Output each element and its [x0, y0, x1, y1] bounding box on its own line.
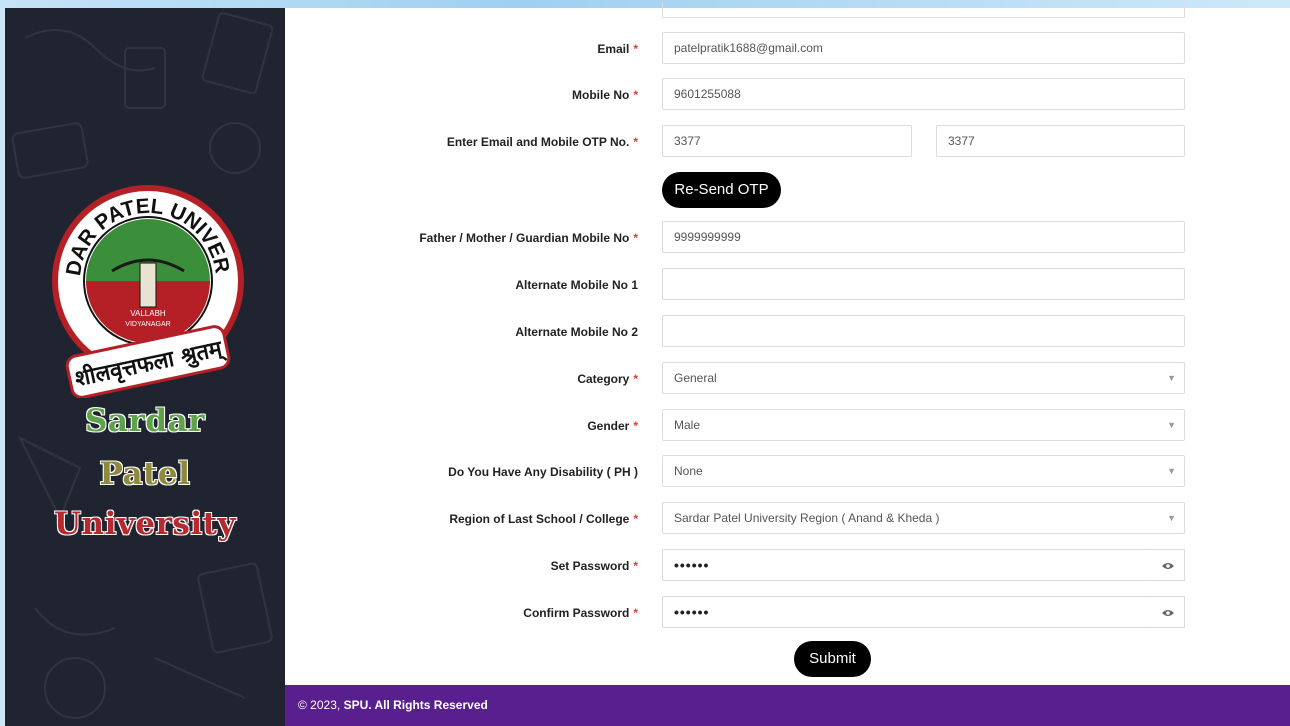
- copyright-prefix: © 2023,: [298, 698, 341, 712]
- confirm-password-input[interactable]: ••••••: [662, 596, 1152, 628]
- email-input[interactable]: patelpratik1688@gmail.com: [662, 32, 1185, 64]
- set-password-label: Set Password *: [550, 559, 638, 573]
- set-password-row: Set Password * ••••••: [285, 549, 1290, 583]
- guardian-mobile-label: Father / Mother / Guardian Mobile No *: [419, 231, 638, 245]
- gender-row: Gender * Male ▼: [285, 409, 1290, 443]
- confirm-password-row: Confirm Password * ••••••: [285, 596, 1290, 630]
- disability-label: Do You Have Any Disability ( PH ): [448, 465, 638, 479]
- email-label: Email *: [597, 42, 638, 56]
- eye-icon[interactable]: [1151, 596, 1185, 628]
- mobile-label: Mobile No *: [572, 88, 638, 102]
- gender-select[interactable]: Male ▼: [662, 409, 1185, 441]
- disability-row: Do You Have Any Disability ( PH ) None ▼: [285, 455, 1290, 489]
- email-row: Email * patelpratik1688@gmail.com: [285, 32, 1290, 66]
- region-label: Region of Last School / College *: [449, 512, 638, 526]
- registration-form: Email * patelpratik1688@gmail.com Mobile …: [285, 2, 1290, 685]
- chevron-down-icon: ▼: [1167, 513, 1176, 523]
- guardian-mobile-input[interactable]: 9999999999: [662, 221, 1185, 253]
- mobile-otp-input[interactable]: 3377: [936, 125, 1185, 157]
- alt-mobile1-row: Alternate Mobile No 1: [285, 268, 1290, 302]
- confirm-password-label: Confirm Password *: [523, 606, 638, 620]
- mobile-row: Mobile No * 9601255088: [285, 78, 1290, 112]
- disability-select[interactable]: None ▼: [662, 455, 1185, 487]
- alt-mobile2-label: Alternate Mobile No 2: [515, 325, 638, 339]
- region-select[interactable]: Sardar Patel University Region ( Anand &…: [662, 502, 1185, 534]
- alt-mobile1-label: Alternate Mobile No 1: [515, 278, 638, 292]
- resend-otp-button[interactable]: Re-Send OTP: [662, 172, 781, 208]
- alt-mobile2-input[interactable]: [662, 315, 1185, 347]
- category-label: Category *: [577, 372, 638, 386]
- chevron-down-icon: ▼: [1167, 373, 1176, 383]
- svg-text:VALLABH: VALLABH: [130, 309, 166, 318]
- mobile-input[interactable]: 9601255088: [662, 78, 1185, 110]
- previous-field-partial[interactable]: [662, 2, 1185, 18]
- guardian-mobile-row: Father / Mother / Guardian Mobile No * 99…: [285, 221, 1290, 255]
- submit-button[interactable]: Submit: [794, 641, 871, 677]
- alt-mobile1-input[interactable]: [662, 268, 1185, 300]
- university-name-line2: Patel: [99, 456, 191, 492]
- category-row: Category * General ▼: [285, 362, 1290, 396]
- svg-text:VIDYANAGAR: VIDYANAGAR: [125, 321, 170, 328]
- university-name-line3: University: [54, 506, 236, 542]
- footer: © 2023, SPU. All Rights Reserved: [285, 685, 1290, 726]
- university-name-line1: Sardar: [85, 403, 205, 439]
- otp-label: Enter Email and Mobile OTP No. *: [446, 135, 638, 149]
- email-otp-input[interactable]: 3377: [662, 125, 912, 157]
- eye-icon[interactable]: [1151, 549, 1185, 581]
- category-select[interactable]: General ▼: [662, 362, 1185, 394]
- chevron-down-icon: ▼: [1167, 420, 1176, 430]
- region-row: Region of Last School / College * Sardar …: [285, 502, 1290, 536]
- set-password-input[interactable]: ••••••: [662, 549, 1152, 581]
- copyright-text: SPU. All Rights Reserved: [343, 698, 488, 712]
- alt-mobile2-row: Alternate Mobile No 2: [285, 315, 1290, 349]
- university-logo: VALLABH VIDYANAGAR SARDAR PATEL UNIVERSI…: [42, 165, 246, 399]
- otp-row: Enter Email and Mobile OTP No. * 3377 337…: [285, 125, 1290, 159]
- sidebar: VALLABH VIDYANAGAR SARDAR PATEL UNIVERSI…: [5, 8, 285, 726]
- gender-label: Gender *: [587, 419, 638, 433]
- chevron-down-icon: ▼: [1167, 466, 1176, 476]
